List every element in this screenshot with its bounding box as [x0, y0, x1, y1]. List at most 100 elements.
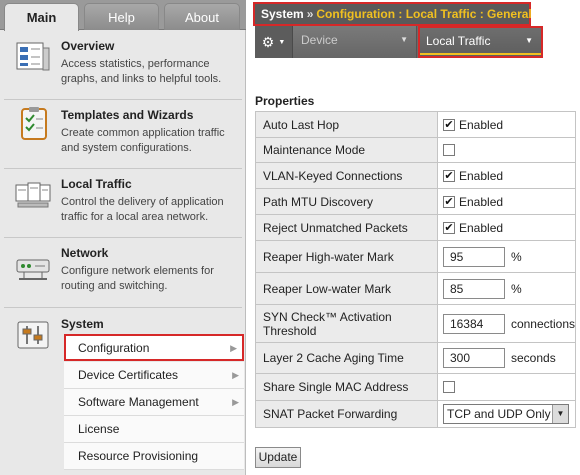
nav-section-network[interactable]: Network Configure network elements for r…: [4, 238, 242, 308]
page-toolbar: ⚙ ▼ Device ▼ Local Traffic ▼: [255, 26, 543, 58]
maintenance-mode-checkbox[interactable]: [443, 144, 455, 156]
property-row-maintenance-mode: Maintenance Mode: [256, 138, 575, 163]
property-label: Share Single MAC Address: [256, 374, 438, 400]
property-label: Reaper Low-water Mark: [256, 273, 438, 304]
property-value: ✔ Enabled: [438, 163, 575, 188]
property-value: [438, 138, 575, 162]
chevron-down-icon: ▼: [552, 405, 568, 423]
property-label: SNAT Packet Forwarding: [256, 401, 438, 427]
property-value: ✔ Enabled: [438, 112, 575, 137]
property-value: 16384 connections: [437, 305, 575, 342]
templates-description: Create common application traffic and sy…: [61, 127, 225, 154]
reaper-low-water-mark-input[interactable]: 85: [443, 278, 505, 299]
overview-title[interactable]: Overview: [61, 39, 114, 53]
properties-heading: Properties: [255, 94, 315, 108]
property-row-layer-2-cache-aging-time: Layer 2 Cache Aging Time 300 seconds: [256, 343, 575, 374]
property-row-syn-check-activation-threshold: SYN Check™ Activation Threshold 16384 co…: [256, 305, 575, 343]
property-label: SYN Check™ Activation Threshold: [256, 305, 438, 342]
chevron-down-icon: ▼: [400, 35, 408, 44]
submenu-item-software-management[interactable]: Software Management ▶: [64, 389, 244, 416]
device-dropdown[interactable]: Device ▼: [293, 26, 417, 58]
submenu-item-resource-provisioning[interactable]: Resource Provisioning: [64, 443, 244, 470]
update-button[interactable]: Update: [255, 447, 301, 468]
overview-icon: [16, 42, 50, 71]
local-traffic-description: Control the delivery of application traf…: [61, 196, 224, 223]
checkbox-label: Enabled: [459, 194, 504, 209]
property-value: 95 %: [438, 241, 575, 272]
property-value: TCP and UDP Only ▼: [438, 401, 575, 427]
nav-section-local-traffic[interactable]: Local Traffic Control the delivery of ap…: [4, 169, 242, 238]
system-title[interactable]: System: [61, 317, 104, 331]
submenu-item-license[interactable]: License: [64, 416, 244, 443]
properties-table: Auto Last Hop ✔ Enabled Maintenance Mode…: [255, 111, 576, 428]
network-icon: [16, 259, 50, 280]
breadcrumb: System» Configuration : Local Traffic : G…: [253, 2, 532, 26]
reject-unmatched-packets-checkbox[interactable]: ✔: [443, 221, 455, 234]
unit-label: seconds: [511, 351, 556, 365]
checkbox-label: Enabled: [459, 220, 504, 235]
tab-help[interactable]: Help: [84, 3, 159, 30]
tab-main[interactable]: Main: [4, 3, 79, 31]
submenu-item-label: Device Certificates: [78, 368, 179, 382]
share-single-mac-address-checkbox[interactable]: [443, 381, 455, 393]
syn-check-threshold-input[interactable]: 16384: [442, 313, 505, 334]
gear-menu-button[interactable]: ⚙ ▼: [255, 26, 293, 58]
property-row-reaper-high-water-mark: Reaper High-water Mark 95 %: [256, 241, 575, 273]
property-value: ✔ Enabled: [438, 189, 575, 214]
chevron-right-icon: ▶: [232, 397, 239, 407]
property-label: Maintenance Mode: [256, 138, 438, 162]
property-value: 85 %: [438, 273, 575, 304]
nav-tab-bar: Main Help About: [0, 0, 246, 31]
property-row-snat-packet-forwarding: SNAT Packet Forwarding TCP and UDP Only …: [256, 401, 575, 427]
templates-title[interactable]: Templates and Wizards: [61, 108, 193, 122]
device-dropdown-label: Device: [301, 33, 338, 47]
submenu-item-label: Configuration: [78, 341, 150, 355]
property-label: Layer 2 Cache Aging Time: [256, 343, 438, 373]
breadcrumb-root[interactable]: System: [261, 7, 304, 21]
property-row-vlan-keyed-connections: VLAN-Keyed Connections ✔ Enabled: [256, 163, 575, 189]
local-traffic-title[interactable]: Local Traffic: [61, 177, 132, 191]
checkbox-label: Enabled: [459, 168, 504, 183]
submenu-item-label: Software Management: [78, 395, 199, 409]
property-row-reject-unmatched-packets: Reject Unmatched Packets ✔ Enabled: [256, 215, 575, 241]
nav-section-overview[interactable]: Overview Access statistics, performance …: [4, 32, 242, 100]
breadcrumb-trail: Configuration : Local Traffic : General: [316, 7, 532, 21]
submenu-item-configuration[interactable]: Configuration ▶: [64, 334, 244, 361]
layer-2-cache-aging-time-input[interactable]: 300: [443, 348, 505, 368]
unit-label: connections: [510, 316, 575, 331]
property-label: Auto Last Hop: [256, 112, 438, 137]
vlan-keyed-connections-checkbox[interactable]: ✔: [443, 169, 455, 182]
tab-about[interactable]: About: [164, 3, 240, 30]
main-navigation-panel: Main Help About Overview Access statisti…: [0, 0, 246, 475]
local-traffic-icon: [15, 182, 51, 208]
breadcrumb-separator: »: [306, 7, 314, 21]
checklist-icon: [21, 107, 47, 140]
chevron-right-icon: ▶: [230, 343, 237, 353]
select-value: TCP and UDP Only: [447, 407, 551, 421]
nav-section-templates[interactable]: Templates and Wizards Create common appl…: [4, 100, 242, 169]
checkbox-label: Enabled: [459, 117, 504, 132]
path-mtu-discovery-checkbox[interactable]: ✔: [443, 195, 455, 208]
unit-label: %: [511, 249, 522, 264]
property-row-share-single-mac-address: Share Single MAC Address: [256, 374, 575, 401]
property-value: ✔ Enabled: [438, 215, 575, 240]
network-title[interactable]: Network: [61, 246, 108, 260]
auto-last-hop-checkbox[interactable]: ✔: [443, 118, 455, 131]
snat-packet-forwarding-select[interactable]: TCP and UDP Only ▼: [443, 404, 569, 424]
unit-label: %: [511, 281, 522, 296]
property-row-path-mtu-discovery: Path MTU Discovery ✔ Enabled: [256, 189, 575, 215]
system-icon: [17, 321, 49, 349]
property-label: Reject Unmatched Packets: [256, 215, 438, 240]
local-traffic-dropdown[interactable]: Local Traffic ▼: [418, 26, 543, 58]
property-label: Path MTU Discovery: [256, 189, 438, 214]
property-value: 300 seconds: [438, 343, 575, 373]
reaper-high-water-mark-input[interactable]: 95: [443, 246, 505, 267]
property-value: [438, 374, 575, 400]
gear-icon: ⚙: [261, 33, 275, 50]
network-description: Configure network elements for routing a…: [61, 265, 214, 292]
submenu-item-label: Resource Provisioning: [78, 449, 199, 463]
chevron-down-icon: ▼: [525, 36, 533, 45]
nav-section-system: System Configuration ▶ Device Certificat…: [4, 308, 244, 475]
property-row-auto-last-hop: Auto Last Hop ✔ Enabled: [256, 112, 575, 138]
submenu-item-device-certificates[interactable]: Device Certificates ▶: [64, 362, 244, 389]
